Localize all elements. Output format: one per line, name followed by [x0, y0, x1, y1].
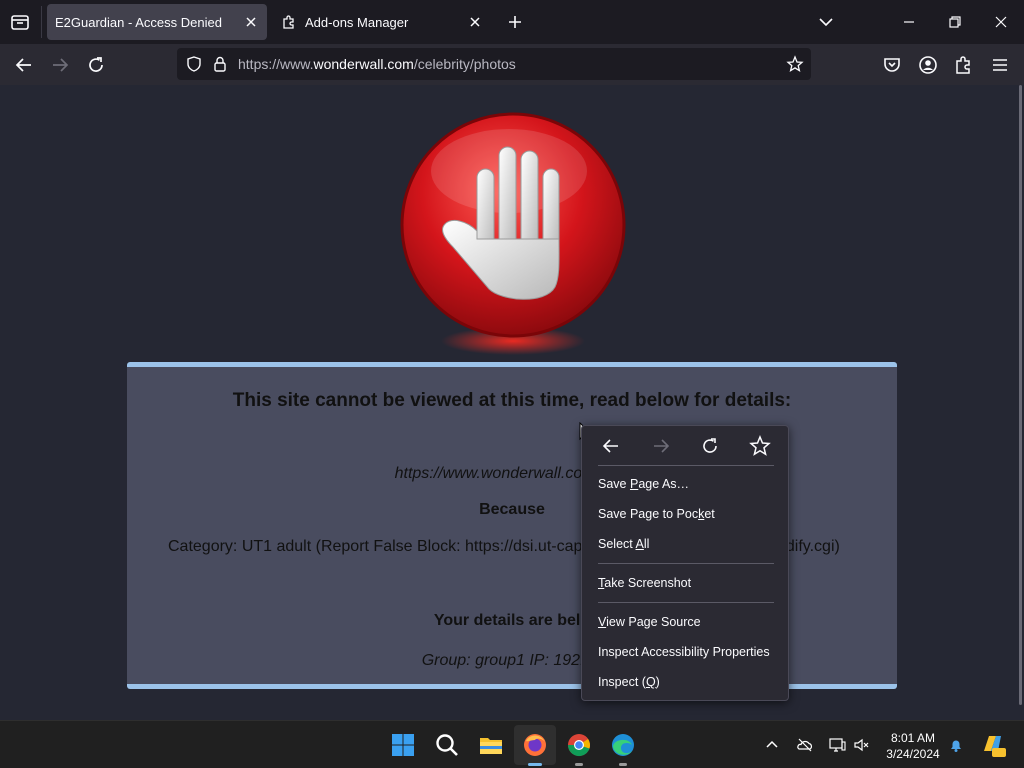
chrome-icon[interactable]	[565, 731, 593, 759]
new-tab-icon[interactable]	[505, 12, 525, 32]
menu-item-label: View Page Source	[598, 615, 701, 629]
notification-bell-icon[interactable]	[947, 736, 965, 754]
back-arrow-icon[interactable]	[599, 434, 623, 458]
chrome-running-indicator	[575, 763, 583, 766]
menu-item-label: Take Screenshot	[598, 576, 692, 590]
close-window-icon[interactable]	[991, 12, 1011, 32]
edge-icon[interactable]	[609, 731, 637, 759]
category-text: Category: UT1 adult (Report False Block:…	[168, 538, 583, 555]
tab-strip-divider	[41, 6, 42, 38]
chevron-down-icon[interactable]	[816, 12, 836, 32]
clock-time: 8:01 AM	[890, 731, 936, 745]
forward-arrow-icon[interactable]	[649, 434, 673, 458]
menu-separator	[598, 465, 774, 466]
url-domain: wonderwall.com	[313, 56, 414, 72]
tab-title: Add-ons Manager	[305, 14, 409, 30]
menu-item-inspect-accessibility[interactable]: Inspect Accessibility Properties	[583, 638, 787, 666]
search-icon[interactable]	[433, 731, 461, 759]
scrollbar[interactable]	[1019, 85, 1022, 705]
menu-separator	[598, 602, 774, 603]
edge-running-indicator	[619, 763, 627, 766]
url-bar[interactable]: https://www.wonderwall.com/celebrity/pho…	[177, 48, 811, 80]
url-text[interactable]: https://www.wonderwall.com/celebrity/pho…	[238, 56, 516, 72]
bookmark-star-icon[interactable]	[786, 55, 804, 73]
minimize-icon[interactable]	[899, 12, 919, 32]
forward-arrow-icon[interactable]	[48, 53, 72, 77]
account-icon[interactable]	[916, 53, 940, 77]
tab-title: E2Guardian - Access Denied	[55, 14, 222, 30]
menu-item-select-all[interactable]: Select All	[583, 530, 787, 558]
menu-separator	[598, 563, 774, 564]
start-windows-icon[interactable]	[389, 731, 417, 759]
display-icon[interactable]	[828, 736, 846, 754]
puzzle-piece-icon	[281, 14, 297, 30]
clock[interactable]: 8:01 AM 3/24/2024	[878, 730, 948, 762]
menu-item-view-page-source[interactable]: View Page Source	[583, 608, 787, 636]
firefox-view-icon[interactable]	[8, 10, 32, 34]
extensions-icon[interactable]	[952, 53, 976, 77]
navigation-toolbar: https://www.wonderwall.com/celebrity/pho…	[0, 44, 1024, 85]
firefox-icon[interactable]	[521, 731, 549, 759]
menu-item-save-page-as[interactable]: Save Page As…	[583, 470, 787, 498]
menu-item-label: Save Page to Pocket	[598, 507, 715, 521]
tab-strip: E2Guardian - Access Denied Add-ons Manag…	[0, 0, 1024, 44]
chevron-up-icon[interactable]	[763, 736, 781, 754]
copilot-pre-icon[interactable]	[979, 731, 1007, 759]
lock-icon[interactable]	[211, 55, 229, 73]
close-icon[interactable]	[243, 14, 259, 30]
menu-item-label: Save Page As…	[598, 477, 690, 491]
taskbar: 8:01 AM 3/24/2024	[0, 720, 1024, 768]
onedrive-offline-icon[interactable]	[796, 736, 814, 754]
url-prefix: https://www.	[238, 56, 314, 72]
page-content: This site cannot be viewed at this time,…	[0, 85, 1024, 720]
clock-date: 3/24/2024	[886, 747, 940, 761]
tab-addons-manager[interactable]: Add-ons Manager	[275, 4, 493, 40]
back-arrow-icon[interactable]	[12, 53, 36, 77]
file-explorer-icon[interactable]	[477, 731, 505, 759]
menu-item-label: Select All	[598, 537, 650, 551]
block-headline: This site cannot be viewed at this time,…	[232, 390, 792, 411]
menu-item-label: Inspect (Q)	[598, 675, 660, 689]
speaker-muted-icon[interactable]	[853, 736, 871, 754]
hamburger-menu-icon[interactable]	[988, 53, 1012, 77]
firefox-running-indicator	[528, 763, 542, 766]
menu-item-label: Inspect Accessibility Properties	[598, 645, 770, 659]
context-menu: Save Page As… Save Page to Pocket Select…	[581, 425, 789, 701]
restore-icon[interactable]	[945, 12, 965, 32]
stop-hand-icon	[400, 112, 626, 355]
reload-icon[interactable]	[698, 434, 722, 458]
menu-item-save-to-pocket[interactable]: Save Page to Pocket	[583, 500, 787, 528]
menu-item-inspect[interactable]: Inspect (Q)	[583, 668, 787, 696]
shield-icon[interactable]	[185, 55, 203, 73]
close-icon[interactable]	[467, 14, 483, 30]
pocket-icon[interactable]	[880, 53, 904, 77]
menu-item-take-screenshot[interactable]: Take Screenshot	[583, 569, 787, 597]
reload-icon[interactable]	[84, 53, 108, 77]
bookmark-star-icon[interactable]	[748, 434, 772, 458]
url-path: /celebrity/photos	[413, 56, 516, 72]
tab-e2guardian[interactable]: E2Guardian - Access Denied	[47, 4, 267, 40]
